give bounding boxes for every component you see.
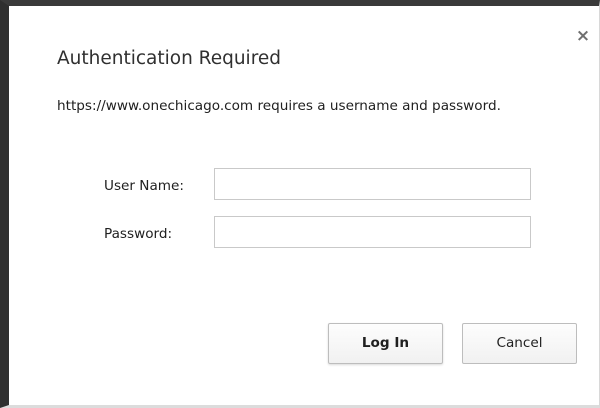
- login-button[interactable]: Log In: [328, 323, 443, 364]
- password-field[interactable]: [214, 216, 531, 248]
- close-icon[interactable]: ×: [575, 28, 591, 45]
- password-label: Password:: [104, 226, 173, 242]
- dialog-title: Authentication Required: [57, 48, 282, 69]
- cancel-button[interactable]: Cancel: [462, 323, 577, 364]
- dialog-message: https://www.onechicago.com requires a us…: [57, 98, 501, 114]
- username-label: User Name:: [104, 178, 184, 194]
- screen: × Authentication Required https://www.on…: [0, 0, 600, 408]
- username-field[interactable]: [214, 168, 531, 200]
- authentication-dialog: × Authentication Required https://www.on…: [0, 0, 600, 408]
